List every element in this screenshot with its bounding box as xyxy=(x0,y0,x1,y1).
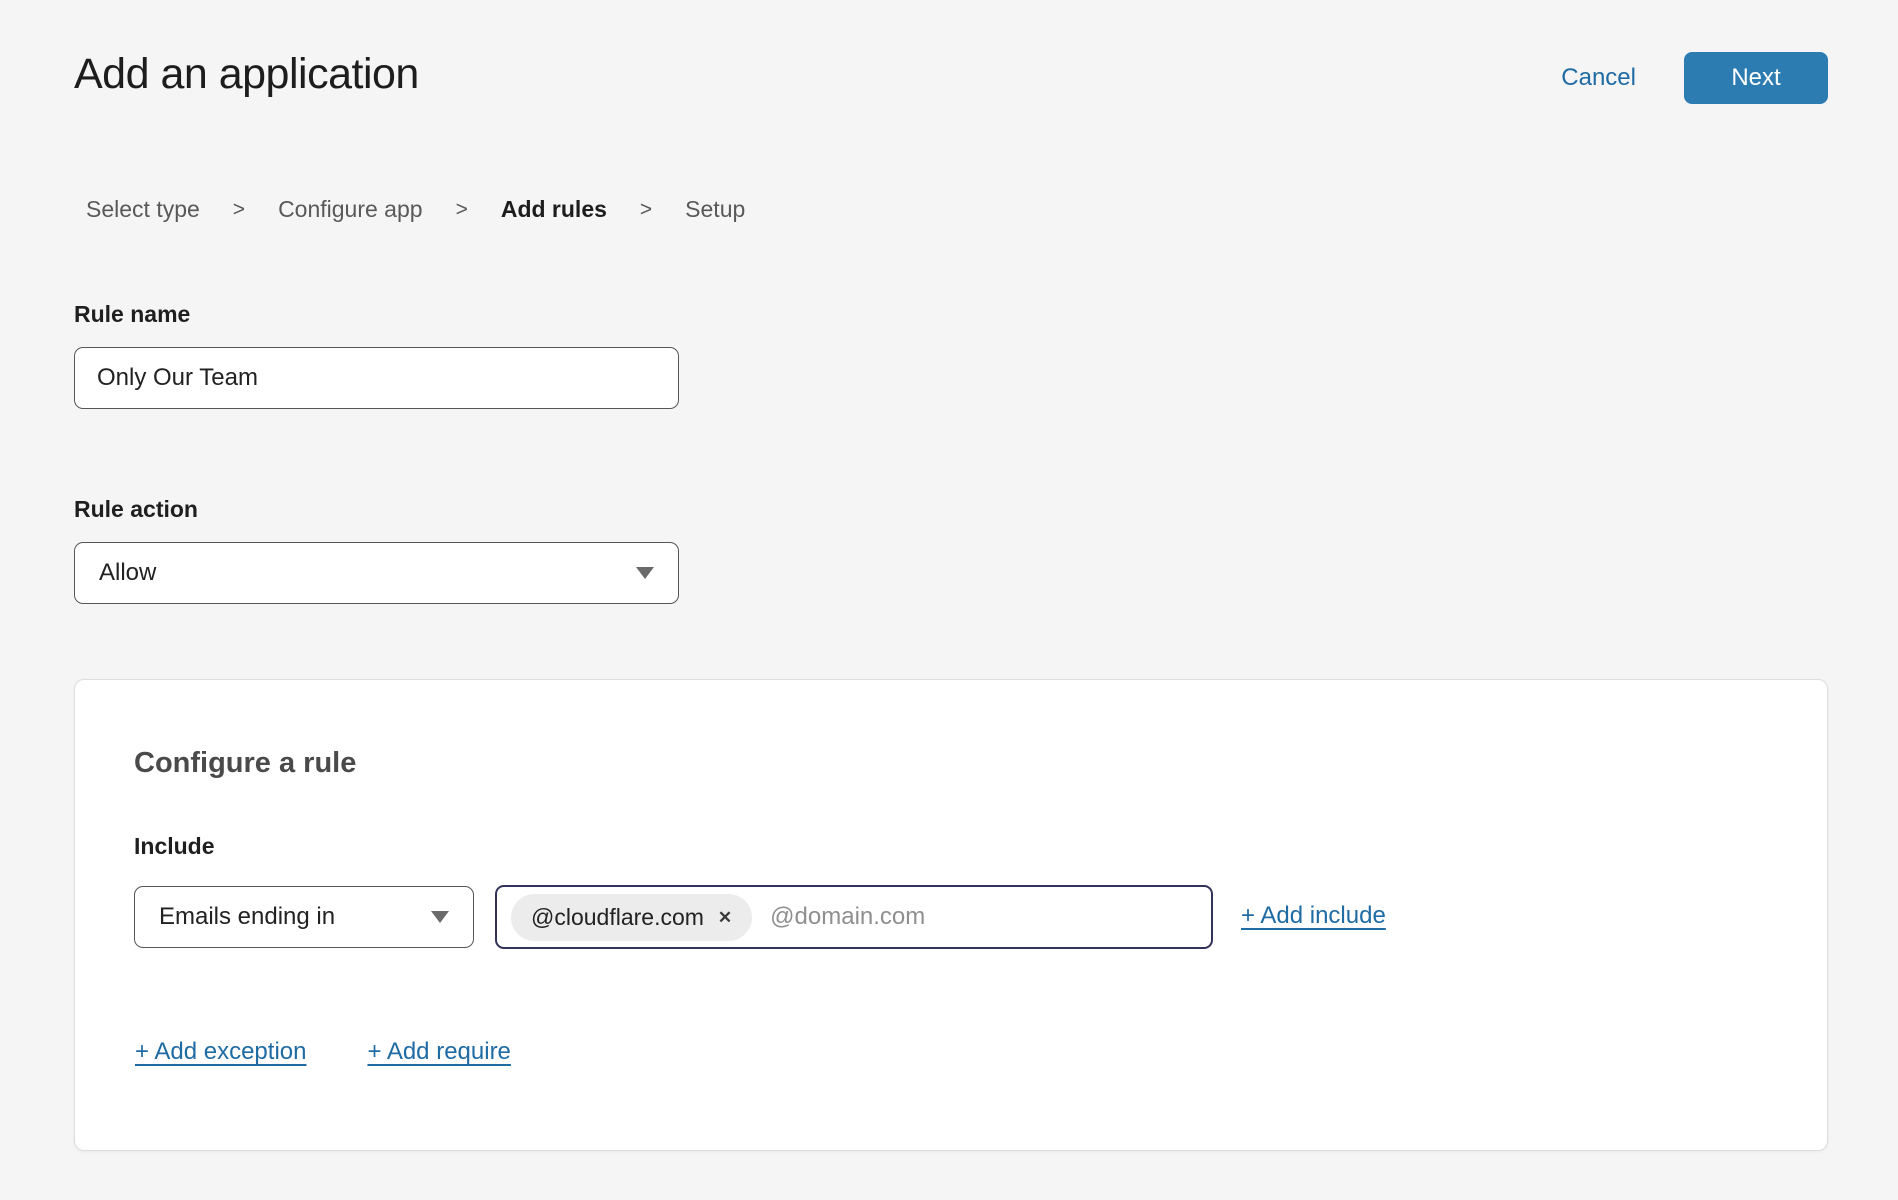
email-domain-chip: @cloudflare.com ✕ xyxy=(511,894,752,941)
header-actions: Cancel Next xyxy=(1561,52,1828,104)
step-add-rules[interactable]: Add rules xyxy=(501,196,607,223)
rule-extra-links: + Add exception + Add require xyxy=(135,1038,511,1066)
chip-label: @cloudflare.com xyxy=(531,904,704,931)
add-exception-link[interactable]: + Add exception xyxy=(135,1038,306,1066)
email-domain-text-input[interactable] xyxy=(770,903,1197,931)
rule-action-selected-value: Allow xyxy=(99,559,156,587)
rule-action-select[interactable]: Allow xyxy=(74,542,679,604)
step-select-type[interactable]: Select type xyxy=(86,196,200,223)
breadcrumb: Select type > Configure app > Add rules … xyxy=(86,196,745,223)
email-domain-chip-input[interactable]: @cloudflare.com ✕ xyxy=(495,885,1213,949)
step-configure-app[interactable]: Configure app xyxy=(278,196,423,223)
add-include-link[interactable]: + Add include xyxy=(1241,902,1386,930)
configure-rule-card: Configure a rule Include Emails ending i… xyxy=(74,679,1828,1151)
chevron-down-icon xyxy=(636,567,654,579)
rule-name-label: Rule name xyxy=(74,301,190,328)
chip-remove-icon[interactable]: ✕ xyxy=(718,909,732,926)
include-label: Include xyxy=(134,833,215,860)
rule-action-label: Rule action xyxy=(74,496,198,523)
cancel-button[interactable]: Cancel xyxy=(1561,64,1636,92)
next-button[interactable]: Next xyxy=(1684,52,1828,104)
card-title: Configure a rule xyxy=(134,747,356,780)
include-selector-select[interactable]: Emails ending in xyxy=(134,886,474,948)
include-selector-value: Emails ending in xyxy=(159,903,335,931)
breadcrumb-separator-icon: > xyxy=(456,198,468,222)
chevron-down-icon xyxy=(431,911,449,923)
step-setup[interactable]: Setup xyxy=(685,196,745,223)
breadcrumb-separator-icon: > xyxy=(640,198,652,222)
breadcrumb-separator-icon: > xyxy=(233,198,245,222)
page-title: Add an application xyxy=(74,50,419,99)
rule-name-input[interactable] xyxy=(74,347,679,409)
add-require-link[interactable]: + Add require xyxy=(367,1038,510,1066)
